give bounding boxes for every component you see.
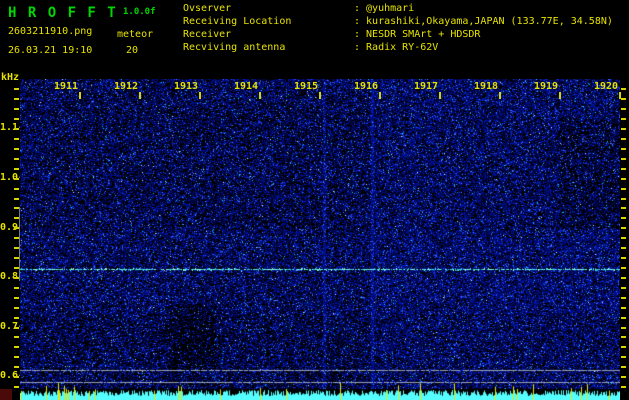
x-axis-time-label: 1911: [53, 81, 79, 92]
datetime-label: 26.03.21 19:10: [8, 45, 93, 56]
y-axis-tick: [14, 296, 19, 299]
y-axis-tick: [14, 376, 19, 379]
right-axis-tick: [621, 257, 626, 259]
right-axis-tick: [621, 316, 626, 319]
right-axis-tick: [621, 187, 626, 190]
y-axis-tick: [14, 316, 19, 319]
right-axis-tick: [621, 356, 626, 359]
info-row: Receiving Location : kurashiki,Okayama,JA…: [183, 15, 613, 28]
y-axis-tick: [14, 336, 19, 339]
y-axis-tick: [14, 108, 19, 111]
x-axis-tick: [499, 92, 501, 99]
right-axis-tick: [621, 267, 626, 269]
right-axis-tick: [621, 217, 626, 220]
right-axis-tick: [621, 138, 626, 140]
info-label: Receiving Location: [183, 16, 292, 27]
y-axis-tick: [14, 187, 19, 190]
y-axis-tick: [14, 326, 19, 329]
station-info-block: Ovserver : @yuhmari Receiving Location : ku…: [183, 2, 613, 54]
y-axis-tick: [14, 98, 19, 101]
right-axis-tick: [621, 346, 626, 349]
info-value: : kurashiki,Okayama,JAPAN (133.77E, 34.5…: [354, 16, 613, 27]
right-axis-tick: [621, 376, 626, 379]
right-axis-tick: [621, 118, 626, 121]
y-axis-tick: [14, 356, 19, 359]
x-axis-time-label: 1916: [353, 81, 379, 92]
right-axis-tick: [621, 108, 626, 111]
y-axis-tick: [14, 147, 19, 150]
right-axis-tick: [621, 147, 626, 150]
right-axis-tick: [621, 366, 626, 369]
info-value: : NESDR SMArt + HDSDR: [354, 29, 481, 40]
y-axis-tick: [14, 88, 19, 91]
y-axis-tick: [14, 118, 19, 121]
right-axis-tick: [621, 177, 626, 180]
right-axis-tick: [621, 296, 626, 299]
x-axis-time-label: 1920: [593, 81, 619, 92]
right-axis-tick: [621, 336, 626, 339]
x-axis-time-label: 1919: [533, 81, 559, 92]
y-axis-tick: [14, 157, 19, 160]
right-axis-tick: [621, 197, 626, 200]
y-axis-tick: [14, 386, 19, 388]
y-axis-tick: [14, 306, 19, 309]
x-axis-tick: [559, 92, 561, 99]
x-axis-time-label: 1913: [173, 81, 199, 92]
right-axis-tick: [621, 207, 626, 210]
hrofft-window: H R O F F T 1.0.0f 2603211910.png meteor…: [0, 0, 629, 400]
x-axis-tick: [379, 92, 381, 99]
info-label: Receiver: [183, 29, 232, 40]
y-axis-tick: [14, 286, 19, 289]
x-axis-time-label: 1912: [113, 81, 139, 92]
x-axis-tick: [439, 92, 441, 99]
right-axis-tick: [621, 247, 626, 250]
x-axis-tick: [619, 92, 621, 99]
right-axis-tick: [621, 98, 626, 101]
y-axis-tick: [14, 346, 19, 349]
info-row: Receiver : NESDR SMArt + HDSDR: [183, 28, 613, 41]
spectrogram-canvas: [20, 79, 620, 400]
info-row: Recviving antenna : Radix RY-62V: [183, 41, 613, 54]
y-axis-tick: [14, 167, 19, 170]
y-axis-tick: [14, 197, 19, 200]
band-marker-line: [19, 207, 20, 281]
info-label: Recviving antenna: [183, 42, 286, 53]
count-label: 20: [126, 45, 139, 56]
output-filename: 2603211910.png: [8, 26, 93, 37]
info-value: : @yuhmari: [354, 3, 415, 14]
right-axis-tick: [621, 306, 626, 309]
corner-block: [0, 389, 12, 400]
right-axis-tick: [621, 326, 626, 329]
right-axis-tick: [621, 167, 626, 170]
x-axis-time-label: 1918: [473, 81, 499, 92]
right-axis-tick: [621, 286, 626, 289]
x-axis-tick: [259, 92, 261, 99]
info-value: : Radix RY-62V: [354, 42, 439, 53]
x-axis-tick: [79, 92, 81, 99]
observation-mode-label: meteor: [117, 29, 154, 40]
info-row: Ovserver : @yuhmari: [183, 2, 613, 15]
y-axis-tick: [14, 128, 19, 131]
right-axis-tick: [621, 227, 626, 230]
right-axis-tick: [621, 237, 626, 240]
x-axis-time-label: 1914: [233, 81, 259, 92]
x-axis-tick: [139, 92, 141, 99]
x-axis-time-label: 1917: [413, 81, 439, 92]
right-axis-tick: [621, 276, 626, 279]
right-axis-tick: [621, 128, 626, 131]
right-axis-tick: [621, 386, 626, 388]
x-axis-tick: [199, 92, 201, 99]
app-title: H R O F F T: [8, 5, 118, 21]
app-version: 1.0.0f: [123, 7, 156, 17]
y-axis-tick: [14, 366, 19, 369]
khz-unit-label: kHz: [1, 72, 20, 83]
y-axis-tick: [14, 138, 19, 140]
y-axis-tick: [14, 177, 19, 180]
x-axis-time-label: 1915: [293, 81, 319, 92]
right-axis-tick: [621, 157, 626, 160]
info-label: Ovserver: [183, 3, 232, 14]
x-axis-tick: [319, 92, 321, 99]
right-axis-tick: [621, 88, 626, 91]
